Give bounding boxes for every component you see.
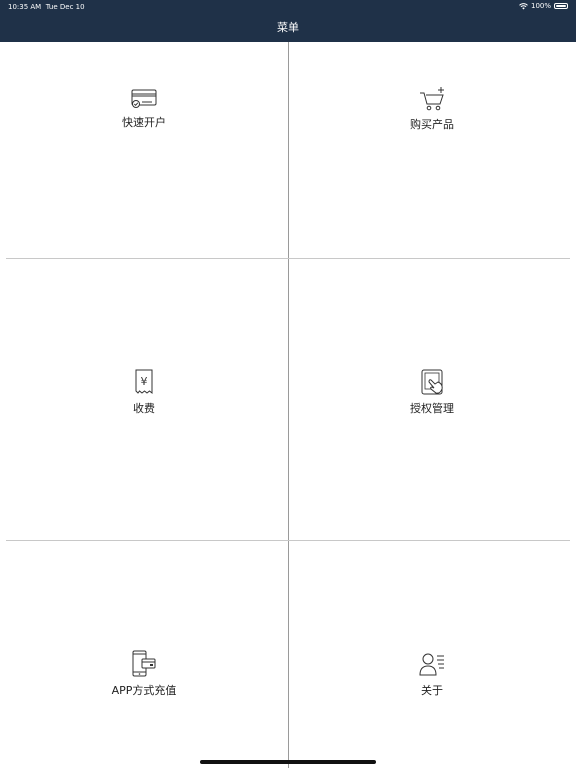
phone-card-icon: [132, 650, 156, 677]
menu-item-label: APP方式充值: [111, 684, 177, 697]
status-time-date: 10:35 AM Tue Dec 10: [8, 3, 85, 11]
menu-item-label: 快速开户: [122, 116, 166, 129]
battery-percent: 100%: [530, 2, 551, 10]
yen-receipt-icon: ¥: [135, 369, 153, 395]
menu-item-auth-management[interactable]: 授权管理: [288, 368, 576, 416]
home-indicator[interactable]: [200, 760, 376, 764]
menu-item-label: 关于: [421, 684, 443, 697]
battery-icon: [554, 3, 568, 9]
status-right: 100%: [519, 2, 568, 10]
status-date: Tue Dec 10: [45, 3, 85, 11]
menu-item-label: 收费: [133, 402, 155, 415]
person-list-icon: [419, 653, 444, 676]
status-bar: 10:35 AM Tue Dec 10 100%: [0, 0, 576, 14]
menu-item-app-recharge[interactable]: APP方式充值: [0, 650, 288, 698]
status-time: 10:35 AM: [8, 3, 42, 11]
svg-text:¥: ¥: [141, 375, 148, 388]
menu-item-charge[interactable]: ¥ 收费: [0, 368, 288, 416]
page-title: 菜单: [277, 21, 299, 34]
horizontal-divider: [6, 540, 570, 541]
menu-item-quick-account[interactable]: 快速开户: [0, 86, 288, 130]
menu-item-label: 购买产品: [410, 118, 454, 131]
tablet-touch-icon: [421, 369, 443, 395]
nav-bar: 菜单: [0, 14, 576, 42]
menu-item-about[interactable]: 关于: [288, 650, 576, 698]
card-check-icon: [131, 89, 157, 108]
wifi-icon: [519, 2, 528, 9]
horizontal-divider: [6, 258, 570, 259]
menu-item-buy-product[interactable]: 购买产品: [288, 86, 576, 132]
cart-plus-icon: [420, 87, 444, 111]
menu-item-label: 授权管理: [410, 402, 454, 415]
